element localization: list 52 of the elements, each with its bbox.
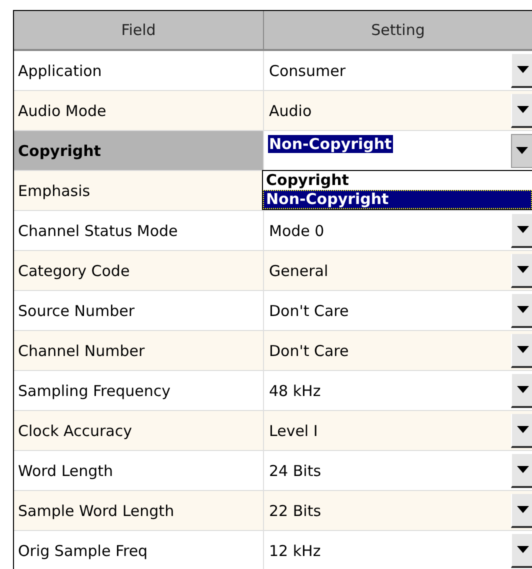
field-cell: Sample Word Length	[14, 491, 264, 531]
field-cell: Channel Number	[14, 331, 264, 371]
caret-icon	[516, 147, 528, 154]
field-cell: Clock Accuracy	[14, 411, 264, 451]
caret-icon	[516, 306, 528, 313]
caret-icon	[516, 426, 528, 433]
caret-icon	[516, 266, 528, 273]
setting-value[interactable]: Don't Care	[268, 342, 350, 360]
setting-value[interactable]: General	[268, 262, 330, 280]
setting-value[interactable]: 48 kHz	[268, 382, 322, 400]
caret-icon	[516, 226, 528, 233]
dropdown-button[interactable]	[511, 214, 532, 248]
dropdown-button[interactable]	[511, 494, 532, 528]
caret-icon	[516, 506, 528, 513]
dropdown-button[interactable]	[511, 454, 532, 488]
caret-icon	[516, 466, 528, 473]
field-cell: Emphasis	[14, 171, 264, 211]
dropdown-button[interactable]	[511, 54, 532, 88]
setting-value[interactable]: Level I	[268, 422, 319, 440]
field-cell: Category Code	[14, 251, 264, 291]
caret-icon	[516, 346, 528, 353]
caret-icon	[516, 66, 528, 73]
setting-value[interactable]: Mode 0	[268, 222, 326, 240]
dropdown-option[interactable]: Non-Copyright	[263, 190, 532, 209]
caret-icon	[516, 546, 528, 553]
dropdown-option[interactable]: Copyright	[263, 171, 532, 190]
dropdown-button[interactable]	[511, 414, 532, 448]
dropdown-button[interactable]	[511, 534, 532, 568]
column-header[interactable]: Setting	[264, 11, 532, 51]
column-header[interactable]: Field	[14, 11, 264, 51]
dropdown-button[interactable]	[511, 254, 532, 288]
field-cell: Word Length	[14, 451, 264, 491]
setting-value[interactable]: Non-Copyright	[268, 135, 393, 153]
setting-value[interactable]: 24 Bits	[268, 462, 322, 480]
dropdown-button[interactable]	[511, 294, 532, 328]
setting-value[interactable]: 22 Bits	[268, 502, 322, 520]
dropdown-button[interactable]	[511, 334, 532, 368]
field-cell: Application	[14, 51, 264, 91]
setting-value[interactable]: Audio	[268, 102, 313, 120]
setting-value[interactable]: Don't Care	[268, 302, 350, 320]
field-cell: Channel Status Mode	[14, 211, 264, 251]
setting-value[interactable]: Consumer	[268, 62, 346, 80]
field-cell: Sampling Frequency	[14, 371, 264, 411]
dropdown-button[interactable]	[511, 134, 532, 168]
dropdown-button[interactable]	[511, 374, 532, 408]
dropdown-button[interactable]	[511, 94, 532, 128]
setting-value[interactable]: 12 kHz	[268, 542, 322, 560]
field-cell: Source Number	[14, 291, 264, 331]
caret-icon	[516, 106, 528, 113]
field-cell: Copyright	[14, 131, 264, 171]
caret-icon	[516, 386, 528, 393]
field-cell: Audio Mode	[14, 91, 264, 131]
